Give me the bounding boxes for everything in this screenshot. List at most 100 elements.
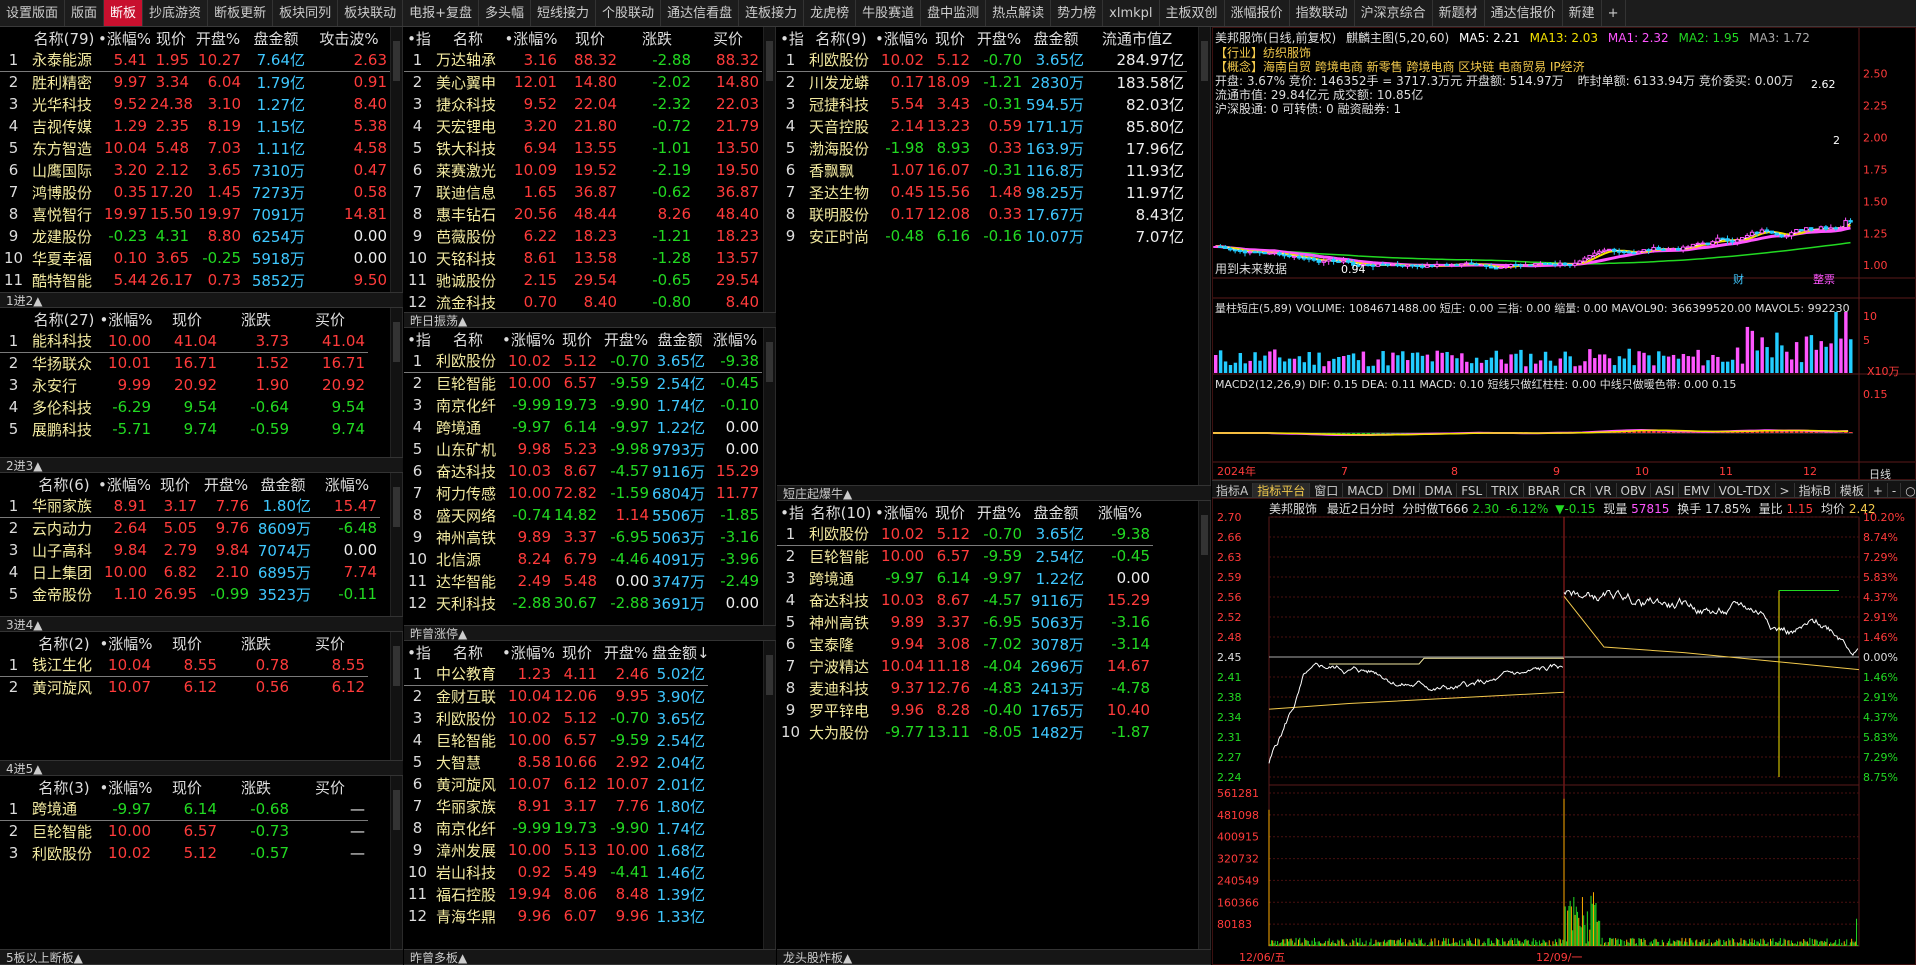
column-header[interactable]: 开盘% [600, 328, 652, 350]
table-row[interactable]: 2 巨轮智能 10.00 6.57 -9.59 2.54亿 -0.45 [404, 372, 762, 394]
table-row[interactable]: 8 联明股份 0.17 12.08 0.33 17.67万 8.43亿 [777, 203, 1187, 225]
column-header[interactable]: 名称 [434, 27, 502, 49]
indicator-tab-4[interactable]: DMI [1388, 483, 1421, 497]
scrollbar[interactable] [763, 641, 775, 949]
table-row[interactable]: 9 罗平锌电 9.96 8.28 -0.40 1765万 10.40 [777, 699, 1153, 721]
column-header[interactable]: •涨幅% [98, 308, 154, 330]
section-title-p7[interactable]: 昨曾涨停▲ [404, 625, 776, 641]
column-header[interactable]: 涨跌 [620, 27, 694, 49]
indicator-tab-8[interactable]: BRAR [1524, 483, 1566, 497]
tab-7[interactable]: 电报+复盘 [403, 0, 480, 26]
table-row[interactable]: 2 川发龙蟒 0.17 18.09 -1.21 2830万 183.58亿 [777, 71, 1187, 93]
tab-1[interactable]: 版面 [65, 0, 105, 26]
indicator-tab-2[interactable]: 窗口 [1310, 483, 1344, 497]
column-header[interactable] [0, 473, 30, 495]
column-header[interactable]: •指 [777, 501, 807, 523]
column-header[interactable]: 名称(27) [30, 308, 98, 330]
column-header[interactable]: 开盘% [973, 27, 1025, 49]
column-header[interactable]: •涨幅% [502, 328, 554, 350]
tab-17[interactable]: 势力榜 [1051, 0, 1104, 26]
table-row[interactable]: 6 山鹰国际 3.20 2.12 3.65 7310万 0.47 [0, 159, 390, 181]
tab-9[interactable]: 短线接力 [531, 0, 597, 26]
indicator-tab-11[interactable]: OBV [1617, 483, 1652, 497]
table-row[interactable]: 1 中公教育 1.23 4.11 2.46 5.02亿 [404, 663, 708, 686]
table-row[interactable]: 8 南京化纤 -9.99 19.73 -9.90 1.74亿 [404, 817, 708, 839]
table-row[interactable]: 9 龙建股份 -0.23 4.31 8.80 6254万 0.00 [0, 225, 390, 247]
column-header[interactable]: 盘金额 [1025, 27, 1087, 49]
scrollbar[interactable] [390, 473, 402, 616]
indicator-tab-17[interactable]: 模板 [1836, 483, 1869, 497]
column-header[interactable]: 现价 [554, 328, 600, 350]
table-row[interactable]: 11 酷特智能 5.44 26.17 0.73 5852万 9.50 [0, 269, 390, 291]
column-header[interactable] [0, 308, 30, 330]
column-header[interactable]: •涨幅% [875, 501, 927, 523]
table-row[interactable]: 2 巨轮智能 10.00 6.57 -9.59 2.54亿 -0.45 [777, 545, 1153, 567]
tab-0[interactable]: 设置版面 [0, 0, 66, 26]
column-header[interactable]: •指 [404, 27, 434, 49]
table-row[interactable]: 1 利欧股份 10.02 5.12 -0.70 3.65亿 284.97亿 [777, 49, 1187, 72]
table-row[interactable]: 1 利欧股份 10.02 5.12 -0.70 3.65亿 -9.38 [404, 350, 762, 373]
scrollbar[interactable] [763, 27, 775, 312]
table-row[interactable]: 1 华丽家族 8.91 3.17 7.76 1.80亿 15.47 [0, 495, 380, 518]
tab-4[interactable]: 断板更新 [208, 0, 274, 26]
table-row[interactable]: 7 联迪信息 1.65 36.87 -0.62 36.87 [404, 181, 762, 203]
column-header[interactable]: 开盘% [192, 27, 244, 49]
column-header[interactable]: 盘金额 [652, 328, 708, 350]
column-header[interactable]: 开盘% [200, 473, 252, 495]
tab-22[interactable]: 沪深京综合 [1355, 0, 1433, 26]
column-header[interactable]: 开盘% [600, 641, 652, 663]
section-title-p2[interactable]: 2进3▲ [0, 457, 403, 473]
table-row[interactable]: 3 南京化纤 -9.99 19.73 -9.90 1.74亿 -0.10 [404, 394, 762, 416]
scrollbar[interactable] [390, 632, 402, 760]
column-header[interactable]: 名称(10) [807, 501, 875, 523]
indicator-tab-6[interactable]: FSL [1457, 483, 1488, 497]
scrollbar[interactable] [1198, 27, 1210, 485]
kline-canvas[interactable]: 2.50 2.25 2.00 1.75 1.50 1.25 1.00 2.62 0.94 2 财 整票… [1213, 28, 1915, 479]
scrollbar[interactable] [1198, 501, 1210, 949]
column-header[interactable] [0, 632, 30, 654]
column-header[interactable]: •涨幅% [98, 776, 154, 798]
column-header[interactable]: 涨幅% [1087, 501, 1153, 523]
intraday-canvas[interactable]: 2.70 10.20% 2.66 8.74% 2.63 7.29% 2.59 5.83% 2.5… [1213, 499, 1915, 964]
column-header[interactable]: 涨跌 [220, 308, 292, 330]
column-header[interactable]: 买价 [694, 27, 762, 49]
tab-21[interactable]: 指数联动 [1290, 0, 1355, 26]
table-row[interactable]: 6 宝泰隆 9.94 3.08 -7.02 3078万 -3.14 [777, 633, 1153, 655]
table-row[interactable]: 11 达华智能 2.49 5.48 0.00 3747万 -2.49 [404, 570, 762, 592]
tab-13[interactable]: 龙虎榜 [804, 0, 857, 26]
tab-8[interactable]: 多头幅 [479, 0, 532, 26]
column-header[interactable]: 盘金额↓ [652, 641, 708, 663]
table-row[interactable]: 3 冠捷科技 5.54 3.43 -0.31 594.5万 82.03亿 [777, 93, 1187, 115]
table-row[interactable]: 11 驰诚股份 2.15 29.54 -0.65 29.54 [404, 269, 762, 291]
section-title-p1[interactable]: 1进2▲ [0, 292, 403, 308]
table-row[interactable]: 5 金帝股份 1.10 26.95 -0.99 3523万 -0.11 [0, 583, 380, 605]
column-header[interactable]: 买价 [292, 632, 368, 654]
table-row[interactable]: 4 天音控股 2.14 13.23 0.59 171.1万 85.80亿 [777, 115, 1187, 137]
table-row[interactable]: 6 奋达科技 10.03 8.67 -4.57 9116万 15.29 [404, 460, 762, 482]
table-row[interactable]: 5 铁大科技 6.94 13.55 -1.01 13.50 [404, 137, 762, 159]
column-header[interactable]: 现价 [150, 473, 200, 495]
tab-16[interactable]: 热点解读 [986, 0, 1052, 26]
section-title-p5[interactable]: 5板以上断板▲ [0, 949, 403, 965]
column-header[interactable]: •涨幅% [98, 632, 154, 654]
table-row[interactable]: 5 山东矿机 9.98 5.23 -9.98 9793万 0.00 [404, 438, 762, 460]
tab-20[interactable]: 涨幅报价 [1225, 0, 1290, 26]
column-header[interactable]: •指 [404, 328, 434, 350]
table-row[interactable]: 4 多伦科技 -6.29 9.54 -0.64 9.54 [0, 396, 368, 418]
table-row[interactable]: 1 钱江生化 10.04 8.55 0.78 8.55 [0, 654, 368, 677]
table-row[interactable]: 4 日上集团 10.00 6.82 2.10 6895万 7.74 [0, 561, 380, 583]
table-row[interactable]: 10 北信源 8.24 6.79 -4.46 4091万 -3.96 [404, 548, 762, 570]
column-header[interactable]: 盘金额 [1025, 501, 1087, 523]
intraday-chart-panel[interactable]: 美邦服饰 最近2日分时 分时做T666 2.30 -6.12% ▼-0.15 现… [1212, 498, 1916, 965]
column-header[interactable]: 现价 [927, 501, 973, 523]
scrollbar[interactable] [390, 27, 402, 292]
table-row[interactable]: 3 山子高科 9.84 2.79 9.84 7074万 0.00 [0, 539, 380, 561]
table-row[interactable]: 2 华扬联众 10.01 16.71 1.52 16.71 [0, 352, 368, 374]
tab-19[interactable]: 主板双创 [1160, 0, 1225, 26]
table-row[interactable]: 3 捷众科技 9.52 22.04 -2.32 22.03 [404, 93, 762, 115]
column-header[interactable]: 名称(2) [30, 632, 98, 654]
indicator-tab-14[interactable]: VOL-TDX [1715, 483, 1776, 497]
column-header[interactable]: 买价 [292, 308, 368, 330]
table-row[interactable]: 10 华夏幸福 0.10 3.65 -0.25 5918万 0.00 [0, 247, 390, 269]
table-row[interactable]: 10 大为股份 -9.77 13.11 -8.05 1482万 -1.87 [777, 721, 1153, 743]
